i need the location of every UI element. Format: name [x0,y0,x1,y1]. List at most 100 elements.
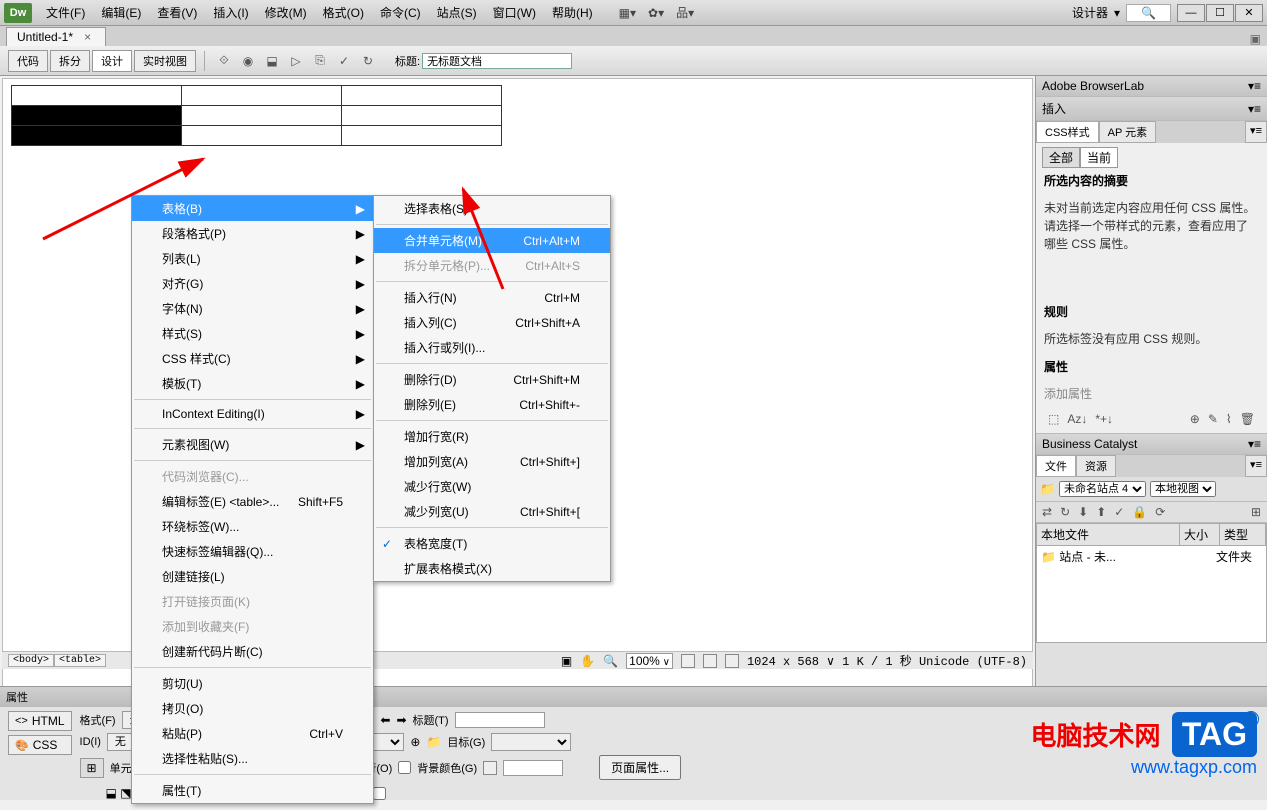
ctx-table[interactable]: 表格(B)▶ [132,196,373,221]
ctx-create-link[interactable]: 创建链接(L) [132,564,373,589]
workspace-dropdown-icon[interactable]: ▾ [1114,6,1120,20]
ctx-properties[interactable]: 属性(T) [132,778,373,803]
table-cell[interactable] [182,106,342,126]
sub-expanded-mode[interactable]: 扩展表格模式(X) [374,556,610,581]
workspace-switcher[interactable]: 设计器 [1072,4,1108,21]
hand-tool-icon[interactable]: ✋ [580,654,595,668]
close-tab-icon[interactable]: × [84,30,91,44]
css-edit-icon[interactable]: ⌇ [1226,412,1232,426]
css-icon-3[interactable]: *+↓ [1095,412,1113,426]
sub-dec-rowspan[interactable]: 减少行宽(W) [374,474,610,499]
menu-edit[interactable]: 编辑(E) [95,2,147,23]
add-property-link[interactable]: 添加属性 [1042,379,1261,409]
files-refresh-icon[interactable]: ↻ [1060,505,1070,519]
menu-site[interactable]: 站点(S) [431,2,483,23]
status-icon-2[interactable] [703,654,717,668]
sub-insert-row[interactable]: 插入行(N)Ctrl+M [374,285,610,310]
extend-icon[interactable]: ✿▾ [648,6,664,20]
tag-table[interactable]: <table> [54,654,106,667]
table-cell[interactable] [12,86,182,106]
document-tab[interactable]: Untitled-1* × [6,27,106,46]
close-button[interactable]: ✕ [1235,4,1263,22]
table-cell-selected[interactable] [12,106,182,126]
toolbar-icon-4[interactable]: ▷ [287,52,305,70]
minimize-button[interactable]: — [1177,4,1205,22]
cell-icon[interactable]: ⊞ [80,758,104,778]
ctx-paragraph[interactable]: 段落格式(P)▶ [132,221,373,246]
table-cell[interactable] [342,86,502,106]
table-cell[interactable] [342,126,502,146]
sub-dec-colspan[interactable]: 减少列宽(U)Ctrl+Shift+[ [374,499,610,524]
zoom-tool-icon[interactable]: 🔍 [603,654,618,668]
ctx-element-view[interactable]: 元素视图(W)▶ [132,432,373,457]
toolbar-icon-2[interactable]: ◉ [239,52,257,70]
sub-merge-cells[interactable]: 合并单元格(M)Ctrl+Alt+M [374,228,610,253]
menu-format[interactable]: 格式(O) [317,2,370,23]
code-view-button[interactable]: 代码 [8,50,48,72]
sub-delete-row[interactable]: 删除行(D)Ctrl+Shift+M [374,367,610,392]
ctx-new-snippet[interactable]: 创建新代码片断(C) [132,639,373,664]
files-get-icon[interactable]: ⬇ [1078,505,1088,519]
merge-split-icons[interactable]: ⬓ ⬔ [106,786,132,800]
view-select[interactable]: 本地视图 [1150,481,1216,497]
zoom-select[interactable]: 100% ∨ [626,653,673,669]
sub-select-table[interactable]: 选择表格(S) [374,196,610,221]
panel-bc-header[interactable]: Business Catalyst▾≡ [1036,434,1267,454]
page-properties-button[interactable]: 页面属性... [599,755,681,780]
refresh-icon[interactable]: ↻ [359,52,377,70]
design-view-button[interactable]: 设计 [92,50,132,72]
live-view-button[interactable]: 实时视图 [134,50,196,72]
table-cell[interactable] [182,86,342,106]
file-row-site[interactable]: 📁 站点 - 未... 文件夹 [1037,546,1266,567]
menu-view[interactable]: 查看(V) [151,2,203,23]
html-mode-button[interactable]: <> HTML [8,711,72,731]
files-sync-icon[interactable]: ⟳ [1155,505,1165,519]
css-current-button[interactable]: 当前 [1080,147,1118,168]
ctx-template[interactable]: 模板(T)▶ [132,371,373,396]
toolbar-icon-3[interactable]: ⬓ [263,52,281,70]
css-delete-icon[interactable]: 🗑 [1240,412,1255,426]
search-icon[interactable]: 🔍 [1126,4,1171,22]
css-mode-button[interactable]: 🎨 CSS [8,735,72,755]
col-localfile[interactable]: 本地文件 [1037,524,1180,545]
menu-help[interactable]: 帮助(H) [546,2,599,23]
tab-css-styles[interactable]: CSS样式 [1036,121,1099,143]
panel-insert-header[interactable]: 插入▾≡ [1036,97,1267,120]
sub-insert-col[interactable]: 插入列(C)Ctrl+Shift+A [374,310,610,335]
site-select[interactable]: 未命名站点 4 [1059,481,1146,497]
panel-menu-icon[interactable]: ▾≡ [1245,121,1267,143]
css-new-icon[interactable]: ✎ [1208,412,1218,426]
sub-inc-rowspan[interactable]: 增加行宽(R) [374,424,610,449]
table-cell[interactable] [182,126,342,146]
files-expand-icon[interactable]: ⊞ [1251,505,1261,519]
ctx-cut[interactable]: 剪切(U) [132,671,373,696]
col-type[interactable]: 类型 [1220,524,1266,545]
ctx-css-style[interactable]: CSS 样式(C)▶ [132,346,373,371]
files-menu-icon[interactable]: ▾≡ [1245,455,1267,477]
status-icon-3[interactable] [725,654,739,668]
split-view-button[interactable]: 拆分 [50,50,90,72]
ctx-font[interactable]: 字体(N)▶ [132,296,373,321]
files-tree[interactable]: 本地文件 大小 类型 📁 站点 - 未... 文件夹 [1036,523,1267,643]
ctx-list[interactable]: 列表(L)▶ [132,246,373,271]
css-all-button[interactable]: 全部 [1042,147,1080,168]
ctx-wrap-tag[interactable]: 环绕标签(W)... [132,514,373,539]
menu-modify[interactable]: 修改(M) [259,2,313,23]
design-table[interactable] [11,85,502,146]
ctx-copy[interactable]: 拷贝(O) [132,696,373,721]
status-icon-1[interactable] [681,654,695,668]
tab-assets[interactable]: 资源 [1076,455,1116,477]
ctx-align[interactable]: 对齐(G)▶ [132,271,373,296]
css-link-icon[interactable]: ⊕ [1190,412,1200,426]
table-cell-selected[interactable] [12,126,182,146]
files-checkin-icon[interactable]: 🔒 [1132,505,1147,519]
title-attr-input[interactable] [455,712,545,728]
toolbar-icon-6[interactable]: ✓ [335,52,353,70]
maximize-button[interactable]: ☐ [1206,4,1234,22]
ctx-paste-special[interactable]: 选择性粘贴(S)... [132,746,373,771]
files-put-icon[interactable]: ⬆ [1096,505,1106,519]
site-icon[interactable]: 品▾ [676,4,694,21]
browse-folder-icon[interactable]: 📁 [426,735,441,749]
layout-icon[interactable]: ▦▾ [619,6,636,20]
design-canvas[interactable]: 表格(B)▶ 段落格式(P)▶ 列表(L)▶ 对齐(G)▶ 字体(N)▶ 样式(… [2,78,1033,689]
